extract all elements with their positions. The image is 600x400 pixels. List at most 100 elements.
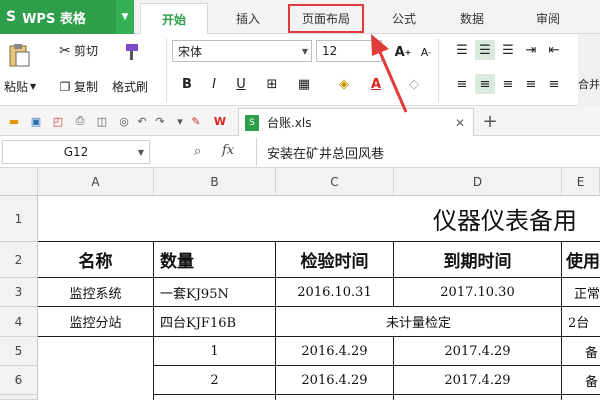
row-header-5[interactable]: 5	[0, 337, 38, 366]
table-cell[interactable]: 2016.4.29	[276, 366, 394, 395]
header-cell-quantity[interactable]: 数量	[154, 242, 276, 278]
chevron-down-icon[interactable]: ▼	[138, 148, 144, 157]
decrease-font-icon[interactable]: A-	[416, 42, 436, 62]
spreadsheet-file-icon: S	[245, 114, 259, 131]
table-cell[interactable]: 2	[154, 366, 276, 395]
copy-button[interactable]: ❐ 复制	[56, 78, 98, 95]
table-cell[interactable]: 1	[154, 337, 276, 366]
tab-review[interactable]: 审阅	[512, 3, 584, 34]
align-bottom-icon[interactable]: ☰	[498, 40, 518, 60]
align-center-icon[interactable]: ≡	[475, 74, 495, 94]
row-header-2[interactable]: 2	[0, 242, 38, 278]
row-header-3[interactable]: 3	[0, 278, 38, 307]
fill-color-icon[interactable]: ◈	[334, 74, 354, 94]
export-pdf-icon[interactable]: ◰	[50, 113, 66, 129]
copy-label: 复制	[74, 80, 99, 94]
save-icon[interactable]: ▣	[28, 113, 44, 129]
table-cell[interactable]	[276, 395, 394, 400]
close-icon[interactable]: ✕	[455, 116, 465, 130]
table-cell-merged-empty[interactable]	[38, 337, 154, 400]
document-tab[interactable]: S 台账.xls ✕	[238, 108, 474, 136]
header-cell-inspection-date[interactable]: 检验时间	[276, 242, 394, 278]
bold-icon[interactable]: B	[177, 74, 197, 94]
open-folder-icon[interactable]: ▬	[6, 113, 22, 129]
table-cell[interactable]: 监控分站	[38, 307, 154, 337]
column-header-e[interactable]: E	[562, 168, 600, 196]
table-cell[interactable]: 备	[562, 337, 600, 366]
borders-icon[interactable]: ⊞	[262, 74, 282, 94]
column-header-d[interactable]: D	[394, 168, 562, 196]
wps-home-icon[interactable]: W	[212, 113, 228, 129]
redo-icon[interactable]: ↷	[152, 113, 168, 129]
align-left-icon[interactable]: ≡	[452, 74, 472, 94]
app-menu-button[interactable]: S WPS 表格 ▼	[0, 0, 134, 34]
tab-home[interactable]: 开始	[140, 3, 208, 34]
font-color-icon[interactable]: A	[366, 74, 386, 94]
font-size-value: 12	[322, 44, 338, 58]
name-box[interactable]: G12 ▼	[2, 140, 150, 164]
tab-page-layout[interactable]: 页面布局	[287, 3, 365, 34]
table-cell-merged[interactable]: 未计量检定	[276, 307, 562, 337]
customize-icon[interactable]: ✎	[188, 113, 204, 129]
tab-data[interactable]: 数据	[440, 3, 504, 34]
table-cell[interactable]: 2016.10.31	[276, 278, 394, 307]
paste-dropdown[interactable]: 粘贴 ▼	[4, 78, 36, 95]
justify-icon[interactable]: ≡	[521, 74, 541, 94]
increase-font-icon[interactable]: A +	[393, 42, 413, 62]
header-cell-name[interactable]: 名称	[38, 242, 154, 278]
merge-button[interactable]: 合并	[578, 34, 600, 106]
select-all-corner[interactable]	[0, 168, 38, 196]
print-preview-icon[interactable]: ◫	[94, 113, 110, 129]
distribute-icon[interactable]: ≡	[544, 74, 564, 94]
undo-icon[interactable]: ↶	[134, 113, 150, 129]
row-header-1[interactable]: 1	[0, 196, 38, 242]
column-header-c[interactable]: C	[276, 168, 394, 196]
formula-bar: G12 ▼ ⌕ fx 安装在矿井总回风巷	[0, 136, 600, 168]
indent-icon[interactable]: ⇥	[521, 40, 541, 60]
row-header-7[interactable]	[0, 395, 38, 400]
sheet-title-cell[interactable]: 仪器仪表备用	[38, 196, 600, 242]
row-header-6[interactable]: 6	[0, 366, 38, 395]
column-header-a[interactable]: A	[38, 168, 154, 196]
table-cell[interactable]	[394, 395, 562, 400]
table-cell[interactable]: 监控系统	[38, 278, 154, 307]
table-cell[interactable]: 正常	[562, 278, 600, 307]
clear-format-icon[interactable]: ◇	[404, 74, 424, 94]
align-right-icon[interactable]: ≡	[498, 74, 518, 94]
fill-pattern-icon[interactable]: ▦	[294, 74, 314, 94]
underline-icon[interactable]: U	[231, 74, 251, 94]
table-cell[interactable]: 2017.4.29	[394, 366, 562, 395]
spell-check-icon[interactable]: ◎	[116, 113, 132, 129]
italic-icon[interactable]: I	[204, 74, 224, 94]
zoom-search-icon[interactable]: ⌕	[194, 144, 201, 159]
outdent-icon[interactable]: ⇤	[544, 40, 564, 60]
format-painter-button[interactable]: 格式刷	[112, 78, 148, 95]
font-name-select[interactable]: 宋体 ▼	[172, 40, 312, 62]
new-tab-plus-icon[interactable]: +	[482, 111, 498, 132]
column-header-b[interactable]: B	[154, 168, 276, 196]
paste-button[interactable]	[6, 42, 32, 68]
table-cell[interactable]: 备	[562, 366, 600, 395]
header-cell-expiry-date[interactable]: 到期时间	[394, 242, 562, 278]
tab-insert[interactable]: 插入	[216, 3, 280, 34]
table-cell[interactable]: 2016.4.29	[276, 337, 394, 366]
header-cell-usage[interactable]: 使用	[562, 242, 600, 278]
print-icon[interactable]: ⎙	[72, 113, 88, 129]
table-cell[interactable]	[154, 395, 276, 400]
format-painter-icon-button[interactable]	[120, 42, 142, 62]
table-cell[interactable]: 2017.4.29	[394, 337, 562, 366]
font-size-select[interactable]: 12 ▼	[316, 40, 382, 62]
tab-formulas[interactable]: 公式	[372, 3, 436, 34]
table-cell[interactable]: 2017.10.30	[394, 278, 562, 307]
cut-button[interactable]: ✂ 剪切	[56, 42, 98, 59]
table-cell[interactable]: 2台	[562, 307, 600, 337]
customize-qat-icon[interactable]: ▾	[172, 113, 188, 129]
insert-function-button[interactable]: fx	[222, 143, 234, 158]
align-top-icon[interactable]: ☰	[452, 40, 472, 60]
table-cell[interactable]: 四台KJF16B	[154, 307, 276, 337]
row-header-4[interactable]: 4	[0, 307, 38, 337]
align-middle-icon[interactable]: ☰	[475, 40, 495, 60]
formula-input[interactable]: 安装在矿井总回风巷	[256, 138, 598, 166]
table-cell[interactable]: 一套KJ95N	[154, 278, 276, 307]
chevron-down-icon[interactable]: ▼	[116, 0, 134, 34]
